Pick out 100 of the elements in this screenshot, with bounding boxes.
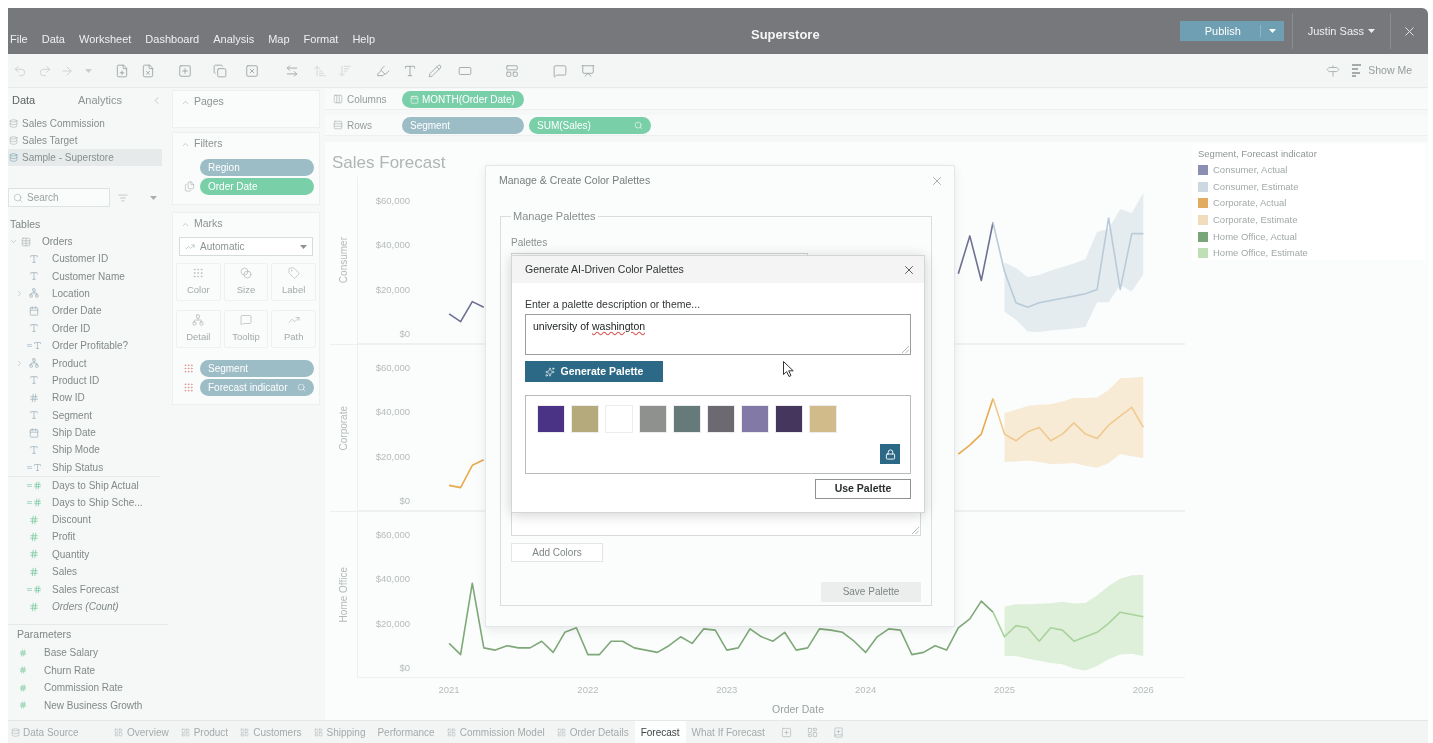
field-name[interactable]: Product <box>52 355 87 371</box>
marks-card-button[interactable]: Size <box>223 263 269 301</box>
lock-icon[interactable] <box>880 444 900 464</box>
field-name[interactable]: Product ID <box>52 372 100 388</box>
square-plus-icon[interactable] <box>780 726 792 738</box>
menu-item[interactable]: Map <box>268 33 290 46</box>
sheet-tab[interactable]: Customers <box>234 721 308 743</box>
field-name[interactable]: Days to Ship Actual <box>52 477 139 493</box>
field-pill[interactable]: Region <box>200 159 314 176</box>
field-name[interactable]: Order ID <box>52 320 91 336</box>
speech-bubble-icon[interactable] <box>553 63 567 78</box>
color-swatch-icon[interactable] <box>741 405 769 433</box>
publish-button[interactable]: Publish <box>1179 21 1284 41</box>
sort-descending-icon[interactable] <box>338 63 352 78</box>
caret-icon[interactable] <box>1268 29 1276 33</box>
menu-item[interactable]: Worksheet <box>79 33 132 46</box>
field-name[interactable]: Ship Status <box>52 459 104 475</box>
field-name[interactable]: Segment <box>52 407 93 423</box>
undo-icon[interactable] <box>13 63 27 78</box>
sheet-tab[interactable]: Overview <box>108 721 175 743</box>
color-swatch-icon[interactable] <box>537 405 565 433</box>
pane-tab[interactable]: Analytics <box>78 91 123 109</box>
field-name[interactable]: Discount <box>52 512 91 528</box>
text-icon[interactable] <box>403 63 417 78</box>
field-name[interactable]: Sales Forecast <box>52 581 119 597</box>
field-pill[interactable]: Order Date <box>200 178 314 195</box>
field-name[interactable]: Order Profitable? <box>52 338 129 354</box>
description-field[interactable]: university of washington <box>525 314 911 355</box>
field-name[interactable]: Sales <box>52 564 77 580</box>
sheet-tab[interactable]: Product <box>174 721 235 743</box>
file-plus-icon[interactable] <box>115 63 129 78</box>
parameter-name[interactable]: New Business Growth <box>44 697 143 713</box>
caret-icon[interactable] <box>85 68 92 73</box>
field-name[interactable]: Customer Name <box>52 268 125 284</box>
field-name[interactable]: Location <box>52 285 90 301</box>
dashboard-icon[interactable] <box>806 726 818 738</box>
data-source-tab[interactable]: Data Source <box>8 721 108 743</box>
parameter-name[interactable]: Base Salary <box>44 645 98 661</box>
mark-type-dropdown[interactable]: Automatic <box>179 237 313 256</box>
field-pill[interactable]: Segment <box>200 360 314 377</box>
field-pill[interactable]: Forecast indicator <box>200 379 314 396</box>
caret-icon[interactable] <box>150 195 157 200</box>
field-name[interactable]: Ship Mode <box>52 442 100 458</box>
table-item[interactable]: Orders <box>8 233 168 250</box>
field-pill[interactable]: Segment <box>402 116 524 134</box>
sort-ascending-icon[interactable] <box>313 63 327 78</box>
marks-card-button[interactable]: Color <box>176 263 221 301</box>
user-menu-button[interactable]: Justin Sass <box>1292 22 1390 40</box>
file-x-icon[interactable] <box>141 63 155 78</box>
parameter-name[interactable]: Commission Rate <box>44 680 123 696</box>
copy-icon[interactable] <box>213 63 227 78</box>
redo-icon[interactable] <box>38 63 52 78</box>
filter-icon[interactable] <box>118 192 128 203</box>
menu-item[interactable]: Dashboard <box>145 33 200 46</box>
chevron-down-icon[interactable] <box>8 237 18 246</box>
presentation-icon[interactable] <box>581 63 595 78</box>
menu-item[interactable]: Data <box>41 33 65 46</box>
sheet-tab[interactable]: Forecast <box>634 721 686 743</box>
square-x-icon[interactable] <box>245 63 259 78</box>
highlighter-icon[interactable] <box>376 63 390 78</box>
marks-card-button[interactable]: Label <box>271 263 316 301</box>
signpost-icon[interactable] <box>1326 63 1341 78</box>
sheet-tab[interactable]: Shipping <box>307 721 372 743</box>
square-plus-icon[interactable] <box>178 63 192 78</box>
data-source-item[interactable]: Sample - Superstore <box>8 149 162 166</box>
show-me-button[interactable]: Show Me <box>1352 62 1412 79</box>
color-swatch-icon[interactable] <box>809 405 837 433</box>
field-name[interactable]: Order Date <box>52 303 102 319</box>
sheet-tab[interactable]: What If Forecast <box>685 721 771 743</box>
arrow-right-icon[interactable] <box>60 63 74 78</box>
color-swatch-icon[interactable] <box>775 405 803 433</box>
menu-item[interactable]: Format <box>303 33 339 46</box>
sheet-tab[interactable]: Commission Model <box>440 721 551 743</box>
field-name[interactable]: Orders (Count) <box>52 599 119 614</box>
layout-icon[interactable] <box>505 63 519 78</box>
color-swatch-icon[interactable] <box>673 405 701 433</box>
swap-icon[interactable] <box>285 63 299 78</box>
menu-item[interactable]: File <box>10 33 28 46</box>
data-source-item[interactable]: Sales Target <box>8 132 162 149</box>
field-pill[interactable]: SUM(Sales) <box>529 116 651 134</box>
resize-handle-icon[interactable] <box>912 526 919 534</box>
marks-card-button[interactable]: Path <box>271 310 316 348</box>
field-name[interactable]: Ship Date <box>52 425 96 441</box>
marks-card-button[interactable]: Detail <box>176 310 221 348</box>
book-plus-icon[interactable] <box>832 726 844 738</box>
pencil-icon[interactable] <box>428 63 442 78</box>
data-source-item[interactable]: Sales Commission <box>8 115 162 132</box>
field-name[interactable]: Quantity <box>52 546 90 562</box>
menu-item[interactable]: Help <box>352 33 376 46</box>
field-name[interactable]: Days to Ship Sche... <box>52 494 143 510</box>
field-pill[interactable]: MONTH(Order Date) <box>402 90 524 108</box>
chevron-right-icon[interactable] <box>15 288 24 298</box>
marks-card-button[interactable]: Tooltip <box>223 310 269 348</box>
sheet-tab[interactable]: Performance <box>371 721 441 743</box>
chevron-right-icon[interactable] <box>15 358 24 368</box>
use-palette-button[interactable]: Use Palette <box>815 479 911 499</box>
generate-palette-button[interactable]: Generate Palette <box>525 361 663 382</box>
pane-tab[interactable]: Data <box>12 91 78 109</box>
search-field[interactable]: Search <box>8 188 110 207</box>
parameter-name[interactable]: Churn Rate <box>44 662 96 678</box>
